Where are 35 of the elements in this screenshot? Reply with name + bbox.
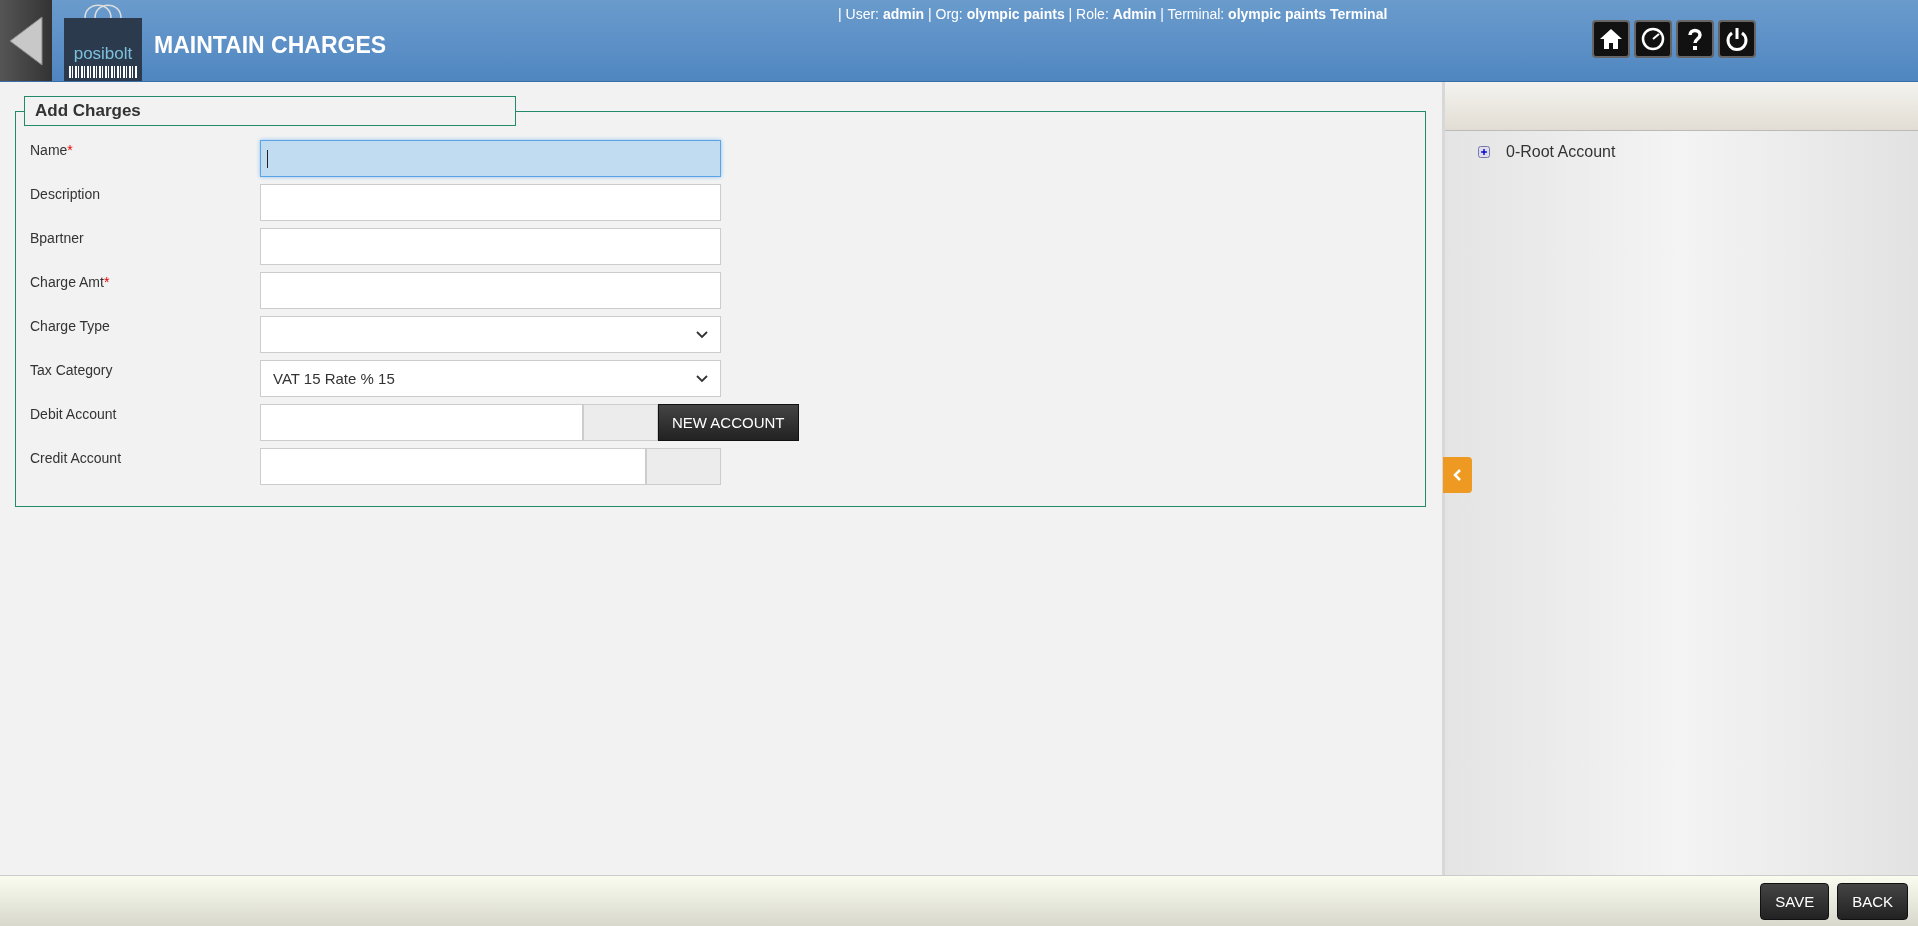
field-label: Credit Account [30,449,123,466]
input-field[interactable] [260,140,721,177]
input-field[interactable] [260,228,721,265]
field-label: Bpartner [30,229,85,246]
speedometer-icon[interactable] [1634,20,1672,58]
field-label: Name* [30,141,74,158]
new-account-button[interactable]: NEW ACCOUNT [658,404,799,441]
session-info: | User: admin | Org: olympic paints | Role: Admin | Terminal: olympic paints Terminal [838,6,1388,22]
back-button[interactable] [0,0,52,81]
power-icon[interactable] [1718,20,1756,58]
select-field[interactable]: VAT 15 Rate % 15 [260,360,721,397]
input-field[interactable] [260,448,646,485]
input-field[interactable] [260,272,721,309]
input-field[interactable] [260,404,583,441]
chevron-down-icon [696,330,708,339]
required-mark: * [67,142,73,158]
field-label: Charge Type [30,317,111,334]
back-button[interactable]: BACK [1837,882,1908,920]
save-button[interactable]: SAVE [1760,882,1830,920]
collapse-tab[interactable] [1443,457,1472,493]
expand-icon[interactable] [1478,146,1490,158]
field-label: Tax Category [30,361,114,378]
select-field[interactable] [260,316,721,353]
field-label: Charge Amt* [30,273,111,290]
form-legend: Add Charges [24,96,516,126]
chevron-left-icon [1452,469,1463,481]
tree-item[interactable]: 0-Root Account [1506,143,1616,161]
required-mark: * [103,274,110,290]
page-title: MAINTAIN CHARGES [154,32,387,59]
field-label: Debit Account [30,405,118,422]
home-icon[interactable] [1592,20,1630,58]
field-label: Description [30,185,102,202]
help-icon[interactable] [1676,20,1714,58]
chevron-down-icon [696,374,708,383]
input-field[interactable] [260,184,721,221]
